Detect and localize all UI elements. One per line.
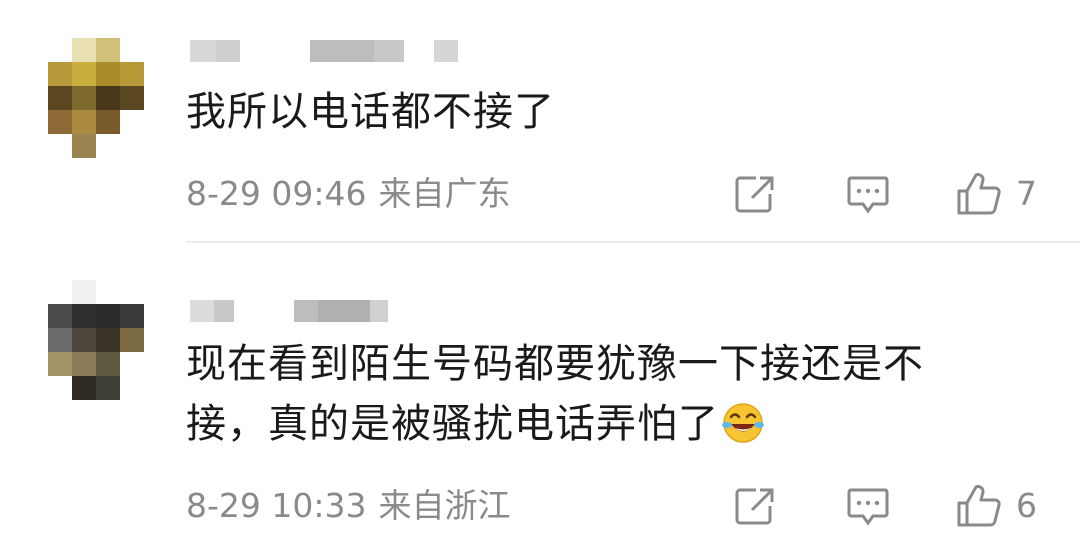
avatar-pixel <box>96 280 120 304</box>
avatar-pixel <box>48 110 72 134</box>
avatar-pixel <box>72 352 96 376</box>
comment-location: 来自广东 <box>378 174 511 213</box>
avatar-pixel <box>72 280 96 304</box>
avatar-pixel <box>48 134 72 158</box>
comment-date: 8-29 10:33 <box>186 486 367 525</box>
comment-meta: 8-29 10:33 来自浙江 <box>186 486 511 526</box>
thumbs-up-icon <box>957 485 1001 527</box>
avatar-pixel <box>72 376 96 400</box>
avatar-pixel <box>120 134 144 158</box>
avatar-pixel <box>120 62 144 86</box>
comment-text-line: 接，真的是被骚扰电话弄怕了 <box>186 396 924 452</box>
username-blur-block <box>214 300 234 322</box>
share-icon <box>735 488 774 525</box>
username-blur-block <box>310 40 374 62</box>
avatar-pixel <box>96 352 120 376</box>
avatar-pixel <box>48 304 72 328</box>
avatar-pixel <box>120 280 144 304</box>
avatar-pixel <box>48 38 72 62</box>
share-button[interactable] <box>734 174 776 214</box>
avatar-pixel <box>96 304 120 328</box>
avatar-pixel <box>48 62 72 86</box>
username-blur-block <box>318 300 370 322</box>
avatar-pixel <box>96 38 120 62</box>
comment-icon <box>847 488 889 526</box>
avatar-pixel <box>120 328 144 352</box>
username-blur-block <box>370 300 388 322</box>
avatar[interactable] <box>48 38 144 158</box>
comment-meta: 8-29 09:46 来自广东 <box>186 174 511 214</box>
like-count: 7 <box>1016 174 1037 213</box>
like-button[interactable]: 7 <box>956 172 1037 216</box>
avatar-pixel <box>120 38 144 62</box>
avatar-pixel <box>120 86 144 110</box>
reply-button[interactable] <box>846 486 890 528</box>
username-blurred[interactable] <box>190 300 388 322</box>
username-blur-block <box>216 40 240 62</box>
comment-text-line: 我所以电话都不接了 <box>186 89 555 135</box>
comment-icon <box>847 176 889 214</box>
avatar-pixel <box>72 304 96 328</box>
comment-text-line-content: 接，真的是被骚扰电话弄怕了 <box>186 401 719 447</box>
avatar-pixel <box>72 86 96 110</box>
reply-button[interactable] <box>846 174 890 216</box>
share-icon <box>735 176 774 213</box>
avatar-pixel <box>48 376 72 400</box>
laughing-crying-emoji-icon <box>722 403 764 443</box>
username-blur-block <box>434 40 458 62</box>
comment-item: 现在看到陌生号码都要犹豫一下接还是不 接，真的是被骚扰电话弄怕了 8-29 10… <box>0 244 1080 546</box>
username-blur-block <box>190 300 214 322</box>
username-blurred[interactable] <box>190 40 458 62</box>
comment-location: 来自浙江 <box>378 486 511 525</box>
like-count: 6 <box>1016 486 1037 525</box>
avatar-pixel <box>96 62 120 86</box>
avatar-pixel <box>120 110 144 134</box>
avatar[interactable] <box>48 280 144 400</box>
like-button[interactable]: 6 <box>956 484 1037 528</box>
avatar-pixel <box>72 62 96 86</box>
avatar-pixel <box>72 328 96 352</box>
avatar-pixel <box>72 38 96 62</box>
avatar-pixel <box>72 110 96 134</box>
avatar-pixel <box>96 134 120 158</box>
avatar-pixel <box>48 352 72 376</box>
avatar-pixel <box>48 280 72 304</box>
username-blur-block <box>294 300 318 322</box>
comment-text: 我所以电话都不接了 <box>186 84 555 140</box>
avatar-pixel <box>96 328 120 352</box>
comment-list: 我所以电话都不接了 8-29 09:46 来自广东 7 现在看到陌生号码都要犹豫… <box>0 0 1080 546</box>
avatar-pixel <box>120 376 144 400</box>
username-blur-block <box>374 40 404 62</box>
username-blur-block <box>190 40 216 62</box>
comment-date: 8-29 09:46 <box>186 174 367 213</box>
thumbs-up-icon <box>957 173 1001 215</box>
avatar-pixel <box>120 304 144 328</box>
comment-text-line: 现在看到陌生号码都要犹豫一下接还是不 <box>186 341 924 387</box>
comment-item: 我所以电话都不接了 8-29 09:46 来自广东 7 <box>0 0 1080 244</box>
avatar-pixel <box>72 134 96 158</box>
avatar-pixel <box>96 376 120 400</box>
avatar-pixel <box>96 110 120 134</box>
avatar-pixel <box>48 86 72 110</box>
comment-divider <box>186 241 1080 243</box>
comment-text: 现在看到陌生号码都要犹豫一下接还是不 接，真的是被骚扰电话弄怕了 <box>186 336 924 452</box>
avatar-pixel <box>48 328 72 352</box>
avatar-pixel <box>96 86 120 110</box>
share-button[interactable] <box>734 486 776 526</box>
avatar-pixel <box>120 352 144 376</box>
